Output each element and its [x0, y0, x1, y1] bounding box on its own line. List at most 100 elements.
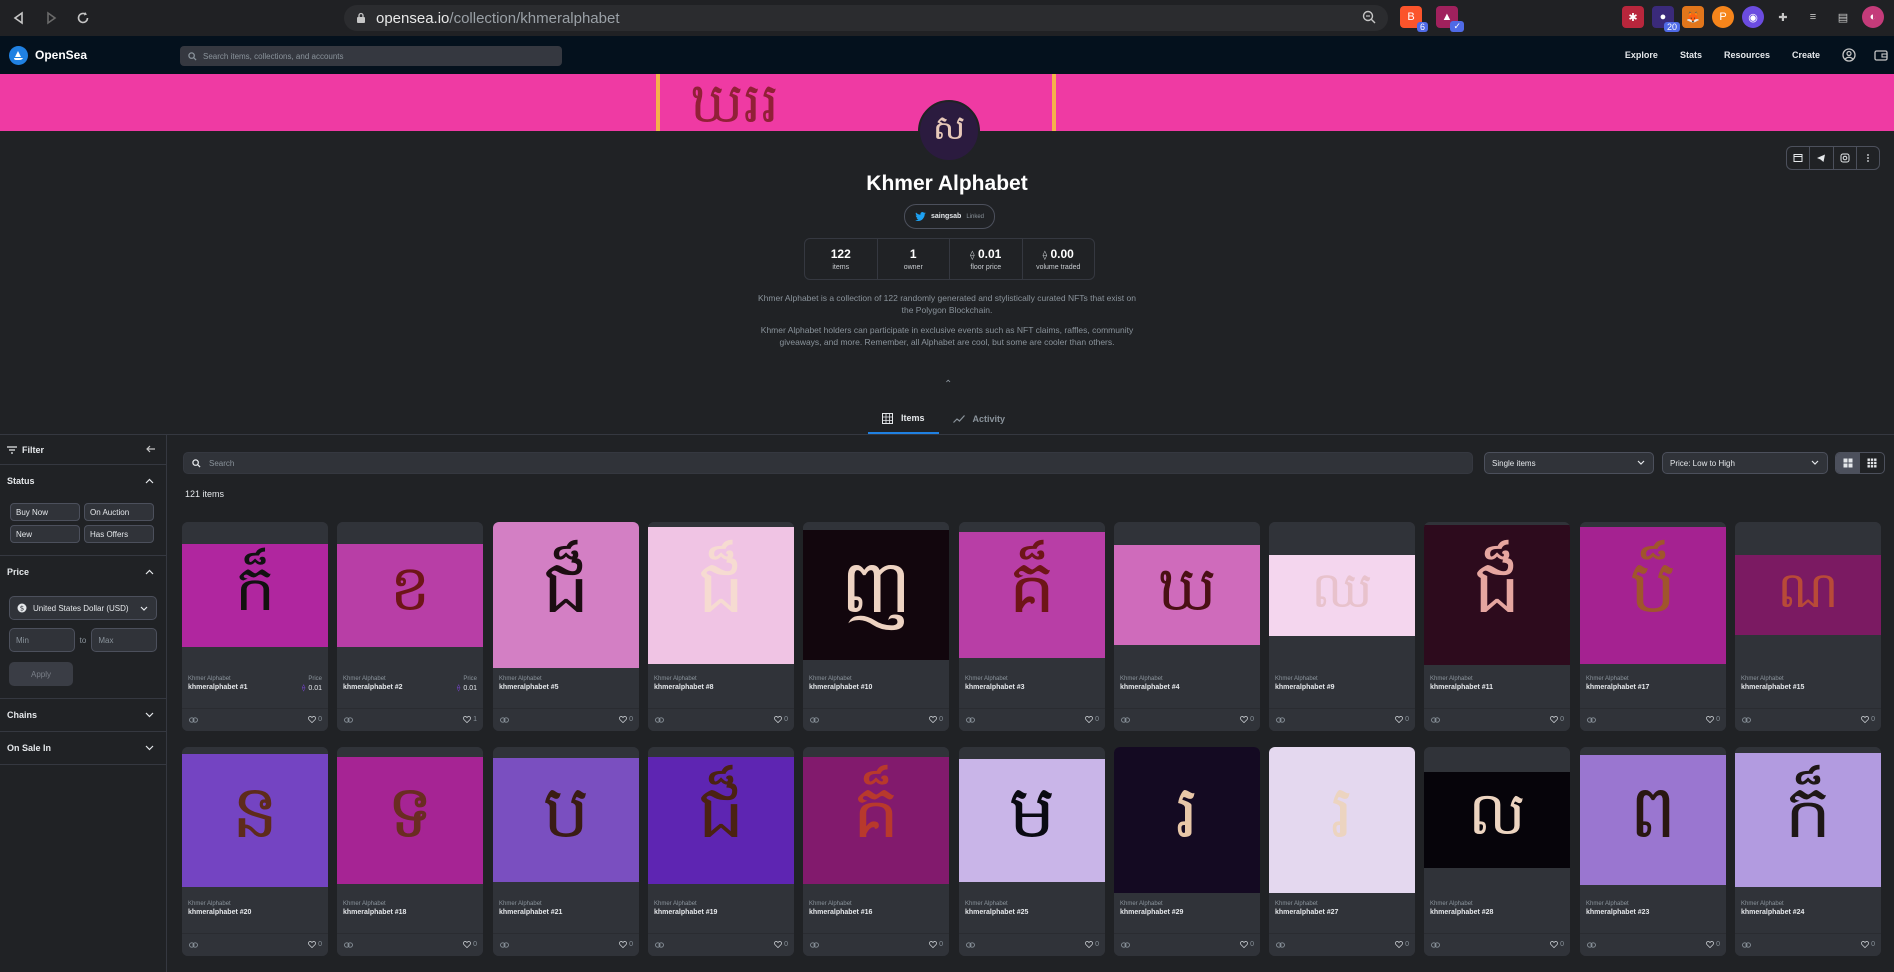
- like-button[interactable]: 0: [1085, 941, 1099, 948]
- link-icon[interactable]: [1587, 942, 1596, 948]
- nft-card[interactable]: ជ៏ Khmer Alphabet khmeralphabet #19 0: [648, 747, 794, 956]
- price-toggle[interactable]: Price: [0, 556, 166, 588]
- nft-card[interactable]: រ Khmer Alphabet khmeralphabet #27 0: [1269, 747, 1415, 956]
- tab-activity[interactable]: Activity: [939, 404, 1020, 434]
- stat-floor-price[interactable]: ⟠ 0.01 floor price: [950, 239, 1023, 279]
- brave-shield-icon[interactable]: B6: [1400, 6, 1428, 32]
- nft-card[interactable]: គ៏ Khmer Alphabet khmeralphabet #16 0: [803, 747, 949, 956]
- brave-rewards-icon[interactable]: ▲ ✓: [1436, 6, 1464, 32]
- reload-icon[interactable]: [70, 5, 96, 31]
- zoom-icon[interactable]: [1362, 10, 1376, 28]
- global-search-input[interactable]: Search items, collections, and accounts: [180, 46, 562, 66]
- link-icon[interactable]: [1121, 942, 1130, 948]
- opensea-logo[interactable]: OpenSea: [9, 45, 87, 65]
- link-icon[interactable]: [189, 942, 198, 948]
- nft-card[interactable]: ឈ Khmer Alphabet khmeralphabet #9 0: [1269, 522, 1415, 731]
- nft-card[interactable]: ជ៏ Khmer Alphabet khmeralphabet #5 0: [493, 522, 639, 731]
- status-new-button[interactable]: New: [10, 525, 80, 543]
- tab-items[interactable]: Items: [868, 404, 939, 434]
- nft-card[interactable]: ជ៏ Khmer Alphabet khmeralphabet #11 0: [1424, 522, 1570, 731]
- like-button[interactable]: 0: [308, 941, 322, 948]
- like-button[interactable]: 0: [463, 941, 477, 948]
- more-options-icon[interactable]: [1857, 147, 1879, 169]
- link-icon[interactable]: [966, 942, 975, 948]
- like-button[interactable]: 0: [1085, 716, 1099, 723]
- link-icon[interactable]: [1742, 717, 1751, 723]
- extensions-puzzle-icon[interactable]: ✚: [1772, 6, 1794, 28]
- small-grid-icon[interactable]: [1860, 453, 1884, 473]
- twitter-owner-link[interactable]: saingsab Linked: [904, 204, 995, 229]
- like-button[interactable]: 0: [929, 716, 943, 723]
- status-toggle[interactable]: Status: [0, 465, 166, 497]
- like-button[interactable]: 0: [308, 716, 322, 723]
- like-button[interactable]: 1: [463, 716, 477, 723]
- nav-stats[interactable]: Stats: [1680, 50, 1702, 60]
- nft-card[interactable]: ប៏ Khmer Alphabet khmeralphabet #17 0: [1580, 522, 1726, 731]
- account-icon[interactable]: [1842, 48, 1856, 62]
- currency-select[interactable]: $ United States Dollar (USD): [9, 596, 157, 620]
- large-grid-icon[interactable]: [1836, 453, 1860, 473]
- nft-card[interactable]: ទ Khmer Alphabet khmeralphabet #18 0: [337, 747, 483, 956]
- like-button[interactable]: 0: [1395, 941, 1409, 948]
- like-button[interactable]: 0: [929, 941, 943, 948]
- collapse-sidebar-icon[interactable]: [146, 445, 156, 455]
- extension-orange-icon[interactable]: P: [1712, 6, 1734, 28]
- like-button[interactable]: 0: [774, 941, 788, 948]
- nav-resources[interactable]: Resources: [1724, 50, 1770, 60]
- items-search-input[interactable]: Search: [183, 452, 1473, 474]
- link-icon[interactable]: [1742, 942, 1751, 948]
- nav-explore[interactable]: Explore: [1625, 50, 1658, 60]
- like-button[interactable]: 0: [1861, 716, 1875, 723]
- like-button[interactable]: 0: [1395, 716, 1409, 723]
- link-icon[interactable]: [966, 717, 975, 723]
- nav-create[interactable]: Create: [1792, 50, 1820, 60]
- nft-card[interactable]: ក៏ Khmer Alphabet khmeralphabet #1 Price ⟠ 0.…: [182, 522, 328, 731]
- like-button[interactable]: 0: [774, 716, 788, 723]
- back-icon[interactable]: [6, 5, 32, 31]
- extension-eye-icon[interactable]: ◉: [1742, 6, 1764, 28]
- nft-card[interactable]: ព Khmer Alphabet khmeralphabet #23 0: [1580, 747, 1726, 956]
- link-icon[interactable]: [810, 717, 819, 723]
- nft-card[interactable]: ណ Khmer Alphabet khmeralphabet #15 0: [1735, 522, 1881, 731]
- instagram-icon[interactable]: [1834, 147, 1857, 169]
- nft-card[interactable]: ន Khmer Alphabet khmeralphabet #20 0: [182, 747, 328, 956]
- like-button[interactable]: 0: [619, 716, 633, 723]
- price-max-input[interactable]: Max: [91, 628, 157, 652]
- link-icon[interactable]: [344, 942, 353, 948]
- nft-card[interactable]: គ៏ Khmer Alphabet khmeralphabet #3 0: [959, 522, 1105, 731]
- stat-items[interactable]: 122 items: [805, 239, 878, 279]
- link-icon[interactable]: [1431, 717, 1440, 723]
- chevron-up-icon[interactable]: ⌃: [944, 379, 952, 390]
- nft-card[interactable]: រ Khmer Alphabet khmeralphabet #29 0: [1114, 747, 1260, 956]
- link-icon[interactable]: [1276, 717, 1285, 723]
- sidebar-icon[interactable]: ▤: [1832, 6, 1854, 28]
- like-button[interactable]: 0: [1240, 716, 1254, 723]
- wallet-icon[interactable]: [1874, 48, 1888, 62]
- nft-card[interactable]: ប Khmer Alphabet khmeralphabet #21 0: [493, 747, 639, 956]
- nft-card[interactable]: ឃ Khmer Alphabet khmeralphabet #4 0: [1114, 522, 1260, 731]
- link-icon[interactable]: [500, 717, 509, 723]
- like-button[interactable]: 0: [619, 941, 633, 948]
- link-icon[interactable]: [1121, 717, 1130, 723]
- metamask-icon[interactable]: 🦊: [1682, 6, 1704, 28]
- link-icon[interactable]: [810, 942, 819, 948]
- forward-icon[interactable]: [38, 5, 64, 31]
- apply-price-button[interactable]: Apply: [9, 662, 73, 686]
- playlist-icon[interactable]: ≡: [1802, 6, 1824, 28]
- link-icon[interactable]: [655, 942, 664, 948]
- link-icon[interactable]: [1431, 942, 1440, 948]
- like-button[interactable]: 0: [1240, 941, 1254, 948]
- on-sale-in-toggle[interactable]: On Sale In: [0, 732, 166, 764]
- sort-select[interactable]: Price: Low to High: [1662, 452, 1828, 474]
- extension-red-icon[interactable]: ✱: [1622, 6, 1644, 28]
- stat-volume[interactable]: ⟠ 0.00 volume traded: [1023, 239, 1095, 279]
- nft-card[interactable]: ល Khmer Alphabet khmeralphabet #28 0: [1424, 747, 1570, 956]
- like-button[interactable]: 0: [1706, 716, 1720, 723]
- items-type-select[interactable]: Single items: [1484, 452, 1654, 474]
- telegram-icon[interactable]: [1810, 147, 1834, 169]
- website-icon[interactable]: [1787, 147, 1811, 169]
- link-icon[interactable]: [1276, 942, 1285, 948]
- status-buy-now-button[interactable]: Buy Now: [10, 503, 80, 521]
- like-button[interactable]: 0: [1550, 716, 1564, 723]
- status-on-auction-button[interactable]: On Auction: [84, 503, 154, 521]
